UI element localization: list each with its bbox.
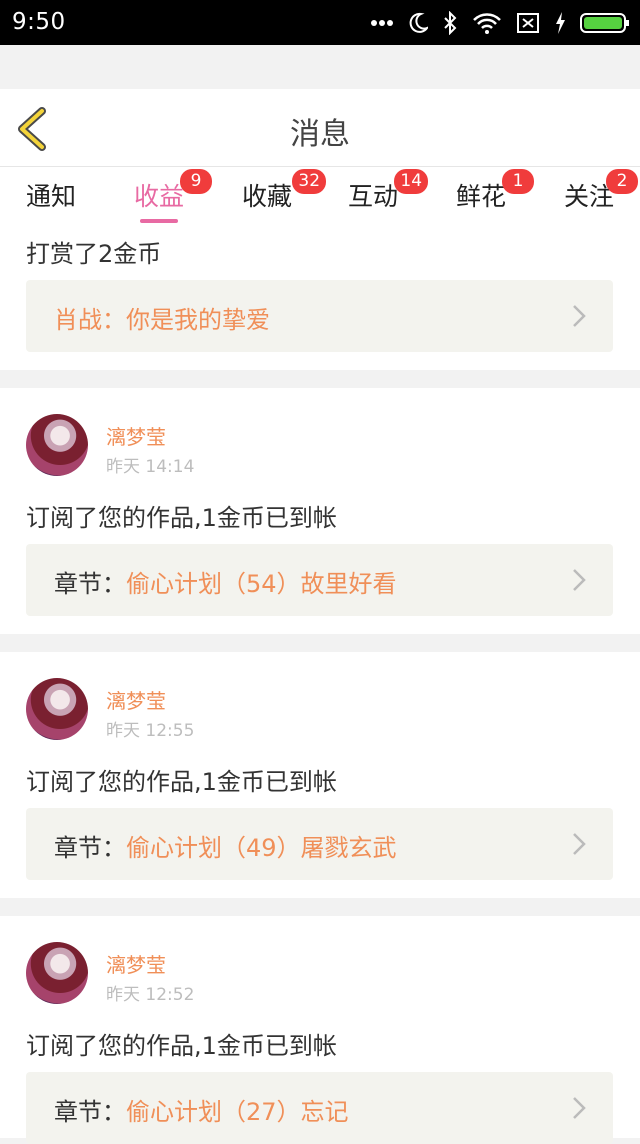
- header: 消息: [0, 89, 640, 167]
- tab-bar: 通知 收益 9 收藏 32 互动 14 鲜花 1 关注 2: [0, 167, 640, 224]
- tab-notifications[interactable]: 通知: [26, 177, 76, 217]
- message-link-value: 偷心计划（54）故里好看: [126, 570, 397, 598]
- tab-badge: 2: [606, 169, 639, 194]
- message-text: 订阅了您的作品,1金币已到帐: [26, 768, 337, 796]
- message-link[interactable]: 章节：偷心计划（54）故里好看: [26, 544, 613, 616]
- message-link-text: 章节：偷心计划（49）屠戮玄武: [54, 828, 397, 863]
- charging-icon: [554, 11, 566, 35]
- message-text: 打赏了2金币: [26, 240, 162, 268]
- avatar[interactable]: [26, 414, 88, 476]
- tab-favorites[interactable]: 收藏 32: [242, 169, 327, 217]
- no-sim-icon: [516, 12, 540, 34]
- tab-badge: 14: [394, 169, 429, 194]
- message-card: 打赏了2金币 肖战：你是我的挚爱: [0, 224, 640, 370]
- tab-interactions[interactable]: 互动 14: [348, 169, 429, 217]
- message-link-value: 偷心计划（49）屠戮玄武: [126, 834, 397, 862]
- tab-badge: 9: [180, 169, 213, 194]
- message-link-value: 偷心计划（27）忘记: [126, 1098, 349, 1126]
- chevron-right-icon: [573, 833, 586, 855]
- tab-badge: 32: [292, 169, 327, 194]
- chevron-right-icon: [573, 569, 586, 591]
- bluetooth-icon: [442, 11, 458, 35]
- tab-label: 收益: [134, 182, 185, 211]
- message-link-text: 肖战：你是我的挚爱: [54, 300, 270, 335]
- message-card: 漓梦莹 昨天 14:14 订阅了您的作品,1金币已到帐 章节：偷心计划（54）故…: [0, 388, 640, 634]
- message-link[interactable]: 肖战：你是我的挚爱: [26, 280, 613, 352]
- tab-label: 互动: [348, 182, 399, 211]
- message-text: 订阅了您的作品,1金币已到帐: [26, 504, 337, 532]
- more-dots-icon: [370, 19, 394, 27]
- status-bar: 9:50: [0, 0, 640, 45]
- message-link[interactable]: 章节：偷心计划（27）忘记: [26, 1072, 613, 1144]
- battery-icon: [580, 12, 630, 34]
- page-title: 消息: [290, 117, 350, 152]
- message-link-text: 章节：偷心计划（54）故里好看: [54, 564, 397, 599]
- message-link-label: 章节：: [54, 570, 126, 598]
- avatar[interactable]: [26, 678, 88, 740]
- tab-flowers[interactable]: 鲜花 1: [456, 169, 535, 217]
- message-time: 昨天 12:52: [106, 985, 195, 1005]
- message-text: 订阅了您的作品,1金币已到帐: [26, 1032, 337, 1060]
- tab-earnings[interactable]: 收益 9: [134, 169, 213, 223]
- user-name[interactable]: 漓梦莹: [106, 685, 166, 714]
- status-time: 9:50: [12, 9, 66, 35]
- wifi-icon: [472, 12, 502, 34]
- message-time: 昨天 14:14: [106, 457, 195, 477]
- message-link[interactable]: 章节：偷心计划（49）屠戮玄武: [26, 808, 613, 880]
- message-link-label: 肖战：: [54, 306, 126, 334]
- active-tab-indicator: [140, 219, 179, 223]
- top-spacer: [0, 45, 640, 89]
- message-link-label: 章节：: [54, 1098, 126, 1126]
- avatar[interactable]: [26, 942, 88, 1004]
- tab-label: 通知: [26, 182, 77, 211]
- chevron-right-icon: [573, 305, 586, 327]
- user-name[interactable]: 漓梦莹: [106, 421, 166, 450]
- moon-icon: [408, 12, 428, 34]
- message-card: 漓梦莹 昨天 12:55 订阅了您的作品,1金币已到帐 章节：偷心计划（49）屠…: [0, 652, 640, 898]
- chevron-right-icon: [573, 1097, 586, 1119]
- user-name[interactable]: 漓梦莹: [106, 949, 166, 978]
- message-link-text: 章节：偷心计划（27）忘记: [54, 1092, 349, 1127]
- message-time: 昨天 12:55: [106, 721, 195, 741]
- status-icons: [370, 8, 630, 38]
- tab-label: 收藏: [242, 182, 293, 211]
- tab-badge: 1: [502, 169, 535, 194]
- message-link-label: 章节：: [54, 834, 126, 862]
- message-link-value: 你是我的挚爱: [126, 306, 270, 334]
- message-card: 漓梦莹 昨天 12:52 订阅了您的作品,1金币已到帐 章节：偷心计划（27）忘…: [0, 916, 640, 1144]
- tab-label: 鲜花: [456, 182, 507, 211]
- tab-follows[interactable]: 关注 2: [564, 169, 639, 217]
